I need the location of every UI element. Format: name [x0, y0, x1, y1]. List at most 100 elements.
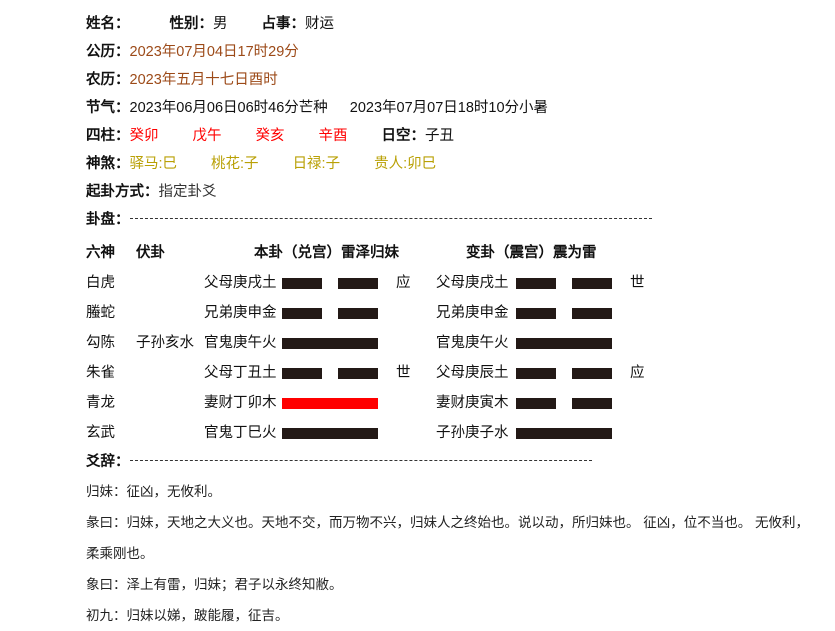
hexagram-row: 勾陈 子孙亥水 官鬼庚午火 官鬼庚午火 — [0, 328, 835, 358]
topic-value: 财运 — [305, 16, 334, 32]
bengua-yao-line — [282, 337, 378, 349]
biangua-yao-cell — [516, 358, 620, 388]
solar-date-row: 公历：2023年07月04日17时29分 — [0, 38, 835, 66]
col-header-bengua: 本卦（兑宫）雷泽归妹 — [254, 245, 399, 261]
biangua-yao-cell — [516, 298, 620, 328]
shensha-rilu: 日禄:子 — [292, 156, 341, 172]
shensha-guiren: 贵人:卯巳 — [374, 156, 437, 172]
biangua-liuqin-cell: 官鬼庚午火 — [436, 335, 509, 352]
qigua-method-value: 指定卦爻 — [158, 184, 217, 200]
biangua-liuqin-cell: 父母庚辰土 — [436, 365, 509, 382]
bengua-shiying-mark: 世 — [396, 365, 411, 382]
bengua-shiying-mark: 应 — [396, 275, 411, 292]
bengua-liuqin-cell: 妻财丁卯木 — [204, 395, 277, 412]
four-pillars-label: 四柱： — [86, 128, 130, 144]
lunar-date-label: 农历： — [86, 72, 130, 88]
bengua-liuqin-cell: 父母丁丑土 — [204, 365, 277, 382]
bengua-liuqin-cell: 官鬼丁巳火 — [204, 425, 277, 442]
biangua-shiying-mark: 世 — [630, 275, 645, 292]
biangua-liuqin-cell: 子孙庚子水 — [436, 425, 509, 442]
guapan-divider — [129, 218, 652, 220]
shensha-taohua: 桃花:子 — [211, 156, 259, 172]
bengua-yao-cell — [282, 328, 386, 358]
bengua-yao-line — [282, 397, 378, 409]
yaoci-text-block: 归妹：征凶，无攸利。彖曰：归妹，天地之大义也。天地不交，而万物不兴，归妹人之终始… — [0, 476, 835, 631]
biangua-liuqin-cell: 妻财庚寅木 — [436, 395, 509, 412]
solar-term-value-2: 2023年07月07日18时10分小暑 — [349, 100, 549, 116]
col-header-liushen: 六神 — [86, 245, 115, 261]
gender-label: 性别： — [169, 16, 214, 32]
solar-term-label: 节气： — [86, 100, 130, 116]
lunar-date-value: 2023年五月十七日酉时 — [129, 72, 278, 88]
biangua-liuqin-cell: 兄弟庚申金 — [436, 305, 509, 322]
pillar-month: 戊午 — [192, 128, 222, 144]
pillar-day: 癸亥 — [255, 128, 285, 144]
biangua-yao-line — [516, 307, 612, 319]
bengua-yao-cell — [282, 268, 386, 298]
biangua-yao-line — [516, 337, 612, 349]
shensha-label: 神煞： — [86, 156, 130, 172]
topic-label: 占事： — [261, 16, 306, 32]
pillar-year: 癸卯 — [129, 128, 159, 144]
yaoci-line: 初九：归妹以娣，跛能履，征吉。 — [86, 608, 289, 623]
solar-term-value-1: 2023年06月06日06时46分芒种 — [129, 100, 328, 116]
bengua-liuqin-cell: 官鬼庚午火 — [204, 335, 277, 352]
biangua-yao-cell — [516, 268, 620, 298]
bengua-yao-cell — [282, 358, 386, 388]
hexagram-row: 玄武 官鬼丁巳火 子孙庚子水 — [0, 418, 835, 448]
yaoci-label: 爻辞： — [86, 454, 130, 470]
hexagram-row: 青龙 妻财丁卯木 妻财庚寅木 — [0, 388, 835, 418]
name-label: 姓名： — [86, 16, 130, 32]
bengua-yao-line — [282, 427, 378, 439]
bengua-yao-line — [282, 367, 378, 379]
bengua-liuqin-cell: 父母庚戌土 — [204, 275, 277, 292]
liushen-cell: 朱雀 — [86, 365, 115, 382]
yaoci-line: 归妹：征凶，无攸利。 — [86, 484, 221, 499]
hexagram-row: 朱雀 父母丁丑土 世 父母庚辰土 应 — [0, 358, 835, 388]
biangua-yao-line — [516, 427, 612, 439]
liushen-cell: 玄武 — [86, 425, 115, 442]
yaoci-divider — [129, 460, 592, 462]
solar-date-label: 公历： — [86, 44, 130, 60]
bengua-yao-cell — [282, 418, 386, 448]
liushen-cell: 勾陈 — [86, 335, 115, 352]
col-header-biangua: 变卦（震宫）震为雷 — [466, 245, 597, 261]
bengua-yao-line — [282, 307, 378, 319]
gender-value: 男 — [213, 16, 228, 32]
solar-term-row: 节气：2023年06月06日06时46分芒种 2023年07月07日18时10分小… — [0, 94, 835, 122]
solar-date-value: 2023年07月04日17时29分 — [129, 44, 299, 60]
hexagram-rows: 白虎 父母庚戌土应父母庚戌土世螣蛇 兄弟庚申金 兄弟庚申金 勾陈 子孙亥水 官鬼庚午火 官鬼庚… — [0, 268, 835, 448]
yaoci-line: 彖曰：归妹，天地之大义也。天地不交，而万物不兴，归妹人之终始也。说以动，所归妹也… — [86, 515, 809, 561]
biangua-yao-line — [516, 277, 612, 289]
four-pillars-row: 四柱：癸卯 戊午 癸亥 辛酉 日空：子丑 — [0, 122, 835, 150]
liushen-cell: 白虎 — [86, 275, 115, 292]
biangua-shiying-mark: 应 — [630, 365, 645, 382]
fugua-cell: 子孙亥水 — [136, 335, 194, 352]
hexagram-row: 白虎 父母庚戌土 应 父母庚戌土 世 — [0, 268, 835, 298]
rikong-label: 日空： — [381, 128, 426, 144]
pillar-hour: 辛酉 — [318, 128, 348, 144]
bengua-liuqin-cell: 兄弟庚申金 — [204, 305, 277, 322]
rikong-value: 子丑 — [425, 128, 454, 144]
hexagram-row: 螣蛇 兄弟庚申金 兄弟庚申金 — [0, 298, 835, 328]
liushen-cell: 青龙 — [86, 395, 115, 412]
biangua-liuqin-cell: 父母庚戌土 — [436, 275, 509, 292]
qigua-method-label: 起卦方式： — [86, 184, 159, 200]
guapan-label: 卦盘： — [86, 212, 130, 228]
liushen-cell: 螣蛇 — [86, 305, 115, 322]
yaoci-row: 爻辞： — [0, 448, 835, 476]
divination-result-page: 姓名： 性别：男 占事：财运 公历：2023年07月04日17时29分 农历：202… — [0, 0, 835, 623]
biangua-yao-cell — [516, 328, 620, 358]
shensha-yima: 驿马:巳 — [129, 156, 178, 172]
identity-row: 姓名： 性别：男 占事：财运 — [0, 10, 835, 38]
qigua-method-row: 起卦方式：指定卦爻 — [0, 178, 835, 206]
shensha-row: 神煞：驿马:巳 桃花:子 日禄:子 贵人:卯巳 — [0, 150, 835, 178]
biangua-yao-line — [516, 367, 612, 379]
biangua-yao-cell — [516, 388, 620, 418]
lunar-date-row: 农历：2023年五月十七日酉时 — [0, 66, 835, 94]
biangua-yao-cell — [516, 418, 620, 448]
yaoci-line: 象曰：泽上有雷，归妹；君子以永终知敝。 — [86, 577, 343, 592]
guapan-row: 卦盘： — [0, 206, 835, 234]
hexagram-table-header: 六神 伏卦 本卦（兑宫）雷泽归妹 变卦（震宫）震为雷 — [0, 238, 835, 268]
bengua-yao-line — [282, 277, 378, 289]
